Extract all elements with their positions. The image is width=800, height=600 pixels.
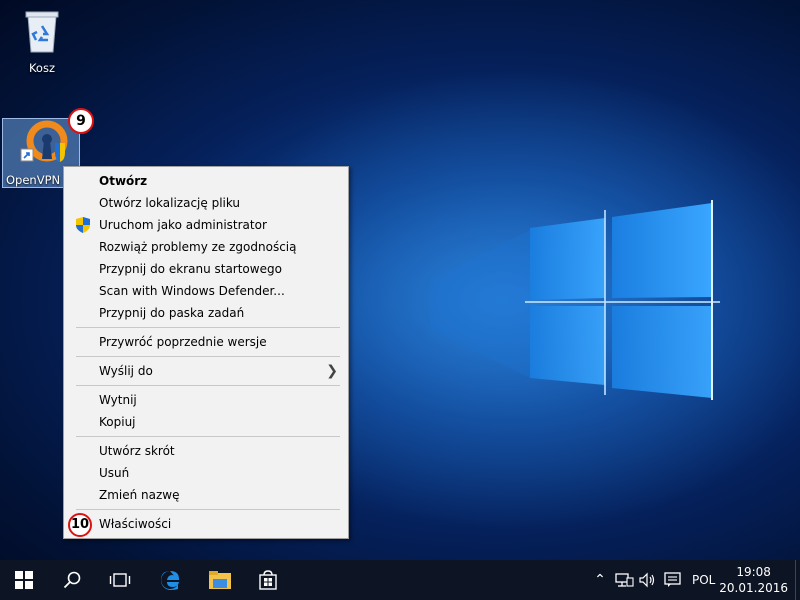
menu-item-run-as-admin[interactable]: Uruchom jako administrator [64, 214, 348, 236]
menu-item-label: Uruchom jako administrator [99, 218, 267, 232]
menu-item-scan-defender[interactable]: Scan with Windows Defender... [64, 280, 348, 302]
task-view-icon [109, 573, 131, 587]
menu-item-restore-previous-versions[interactable]: Przywróć poprzednie wersje [64, 331, 348, 353]
recycle-bin-icon [25, 11, 59, 53]
menu-item-copy[interactable]: Kopiuj [64, 411, 348, 433]
start-button[interactable] [0, 560, 48, 600]
menu-item-send-to[interactable]: Wyślij do ❯ [64, 360, 348, 382]
menu-item-create-shortcut[interactable]: Utwórz skrót [64, 440, 348, 462]
annotation-badge: 10 [68, 513, 92, 537]
menu-item-label: Wyślij do [99, 364, 153, 378]
desktop-icon-label: Kosz [28, 61, 56, 75]
windows-start-icon [15, 571, 33, 589]
menu-item-delete[interactable]: Usuń [64, 462, 348, 484]
clock-time: 19:08 [736, 565, 771, 579]
taskbar: ⌃ POL 19:08 20.01.2016 [0, 560, 800, 600]
search-button[interactable] [48, 560, 96, 600]
network-icon[interactable] [614, 572, 634, 588]
menu-item-open-file-location[interactable]: Otwórz lokalizację pliku [64, 192, 348, 214]
menu-separator [76, 436, 340, 437]
volume-icon[interactable] [638, 572, 658, 588]
menu-item-rename[interactable]: Zmień nazwę [64, 484, 348, 506]
uac-shield-icon [76, 217, 90, 233]
menu-item-open[interactable]: Otwórz [64, 170, 348, 192]
store-icon [259, 570, 277, 590]
search-icon [63, 571, 81, 589]
clock[interactable]: 19:08 20.01.2016 [719, 564, 788, 596]
menu-separator [76, 356, 340, 357]
menu-item-troubleshoot-compatibility[interactable]: Rozwiąż problemy ze zgodnością [64, 236, 348, 258]
menu-item-properties[interactable]: Właściwości [64, 513, 348, 535]
task-view-button[interactable] [96, 560, 144, 600]
context-menu: Otwórz Otwórz lokalizację pliku Uruchom … [63, 166, 349, 539]
menu-item-pin-to-start[interactable]: Przypnij do ekranu startowego [64, 258, 348, 280]
menu-separator [76, 385, 340, 386]
clock-date: 20.01.2016 [719, 581, 788, 595]
menu-item-cut[interactable]: Wytnij [64, 389, 348, 411]
openvpn-icon [20, 120, 68, 162]
menu-separator [76, 327, 340, 328]
taskbar-app-file-explorer[interactable] [196, 560, 244, 600]
system-tray: ⌃ POL [590, 560, 715, 600]
action-center-icon[interactable] [664, 572, 682, 588]
desktop-icon-recycle-bin[interactable]: Kosz [4, 8, 80, 75]
taskbar-app-edge[interactable] [146, 560, 194, 600]
taskbar-app-store[interactable] [244, 560, 292, 600]
language-indicator[interactable]: POL [692, 573, 715, 587]
folder-icon [209, 571, 231, 589]
menu-separator [76, 509, 340, 510]
annotation-badge: 9 [68, 108, 94, 134]
show-desktop-button[interactable] [795, 560, 800, 600]
menu-item-pin-to-taskbar[interactable]: Przypnij do paska zadań [64, 302, 348, 324]
edge-icon [160, 571, 179, 591]
chevron-right-icon: ❯ [326, 363, 338, 379]
chevron-up-icon[interactable]: ⌃ [590, 572, 610, 588]
